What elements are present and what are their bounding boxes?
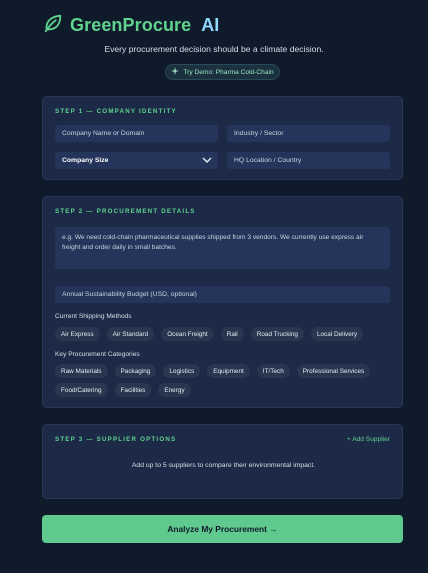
chip-packaging[interactable]: Packaging xyxy=(114,364,157,378)
brand-logo: GreenProcure AI xyxy=(42,12,219,39)
leaf-icon xyxy=(42,12,64,39)
chip-food-catering[interactable]: Food/Catering xyxy=(55,383,108,397)
chip-energy[interactable]: Energy xyxy=(158,383,191,397)
chip-logistics[interactable]: Logistics xyxy=(163,364,201,378)
chip-facilities[interactable]: Facilities xyxy=(114,383,152,397)
step2-title: STEP 2 — PROCUREMENT DETAILS xyxy=(55,208,196,215)
supplier-hint: Add up to 5 suppliers to compare their e… xyxy=(131,462,316,469)
chip-it-tech[interactable]: IT/Tech xyxy=(256,364,290,378)
chip-local-delivery[interactable]: Local Delivery xyxy=(310,327,364,341)
chip-air-express[interactable]: Air Express xyxy=(55,327,100,341)
industry-placeholder: Industry / Sector xyxy=(234,130,284,137)
chip-raw-materials[interactable]: Raw Materials xyxy=(55,364,108,378)
chip-ocean-freight[interactable]: Ocean Freight xyxy=(161,327,214,341)
procurement-categories-chips: Raw Materials Packaging Logistics Equipment… xyxy=(55,364,395,397)
company-identity-card: STEP 1 — COMPANY IDENTITY Company Name o… xyxy=(42,96,403,180)
hq-location-input[interactable]: HQ Location / Country xyxy=(227,152,390,169)
chevron-down-icon xyxy=(202,156,212,166)
brand-name: GreenProcure xyxy=(70,15,192,35)
step1-title: STEP 1 — COMPANY IDENTITY xyxy=(55,108,177,115)
chip-air-standard[interactable]: Air Standard xyxy=(106,327,155,341)
supplier-options-card: STEP 3 — SUPPLIER OPTIONS + Add Supplier… xyxy=(42,424,403,499)
company-name-placeholder: Company Name or Domain xyxy=(62,130,145,137)
company-size-select[interactable]: Company Size xyxy=(55,152,218,169)
chip-professional-services[interactable]: Professional Services xyxy=(296,364,371,378)
try-demo-button[interactable]: Try Demo: Pharma Cold-Chain xyxy=(165,64,280,80)
brand-ai-suffix: AI xyxy=(201,15,220,35)
procurement-details-card: STEP 2 — PROCUREMENT DETAILS e.g. We nee… xyxy=(42,196,403,408)
procurement-description-textarea[interactable]: e.g. We need cold-chain pharmaceutical s… xyxy=(55,227,390,269)
chip-road-trucking[interactable]: Road Trucking xyxy=(250,327,304,341)
chip-rail[interactable]: Rail xyxy=(220,327,244,341)
tagline: Every procurement decision should be a c… xyxy=(104,44,324,54)
app-header: GreenProcure AI Every procurement decisi… xyxy=(0,0,428,90)
sparkle-icon xyxy=(171,67,180,77)
industry-input[interactable]: Industry / Sector xyxy=(227,125,390,142)
step3-title: STEP 3 — SUPPLIER OPTIONS xyxy=(55,436,177,443)
company-name-input[interactable]: Company Name or Domain xyxy=(55,125,218,142)
budget-placeholder: Annual Sustainability Budget (USD, optio… xyxy=(62,291,197,298)
add-supplier-button[interactable]: + Add Supplier xyxy=(347,436,390,443)
try-demo-label: Try Demo: Pharma Cold-Chain xyxy=(183,68,274,76)
budget-input[interactable]: Annual Sustainability Budget (USD, optio… xyxy=(55,286,390,303)
chip-equipment[interactable]: Equipment xyxy=(207,364,250,378)
procurement-categories-label: Key Procurement Categories xyxy=(55,351,140,358)
shipping-methods-label: Current Shipping Methods xyxy=(55,313,132,320)
description-placeholder: e.g. We need cold-chain pharmaceutical s… xyxy=(62,234,364,251)
hq-location-placeholder: HQ Location / Country xyxy=(234,157,302,164)
analyze-button[interactable]: Analyze My Procurement → xyxy=(42,515,403,543)
shipping-methods-chips: Air Express Air Standard Ocean Freight Rail… xyxy=(55,327,395,341)
company-size-value: Company Size xyxy=(62,157,109,164)
